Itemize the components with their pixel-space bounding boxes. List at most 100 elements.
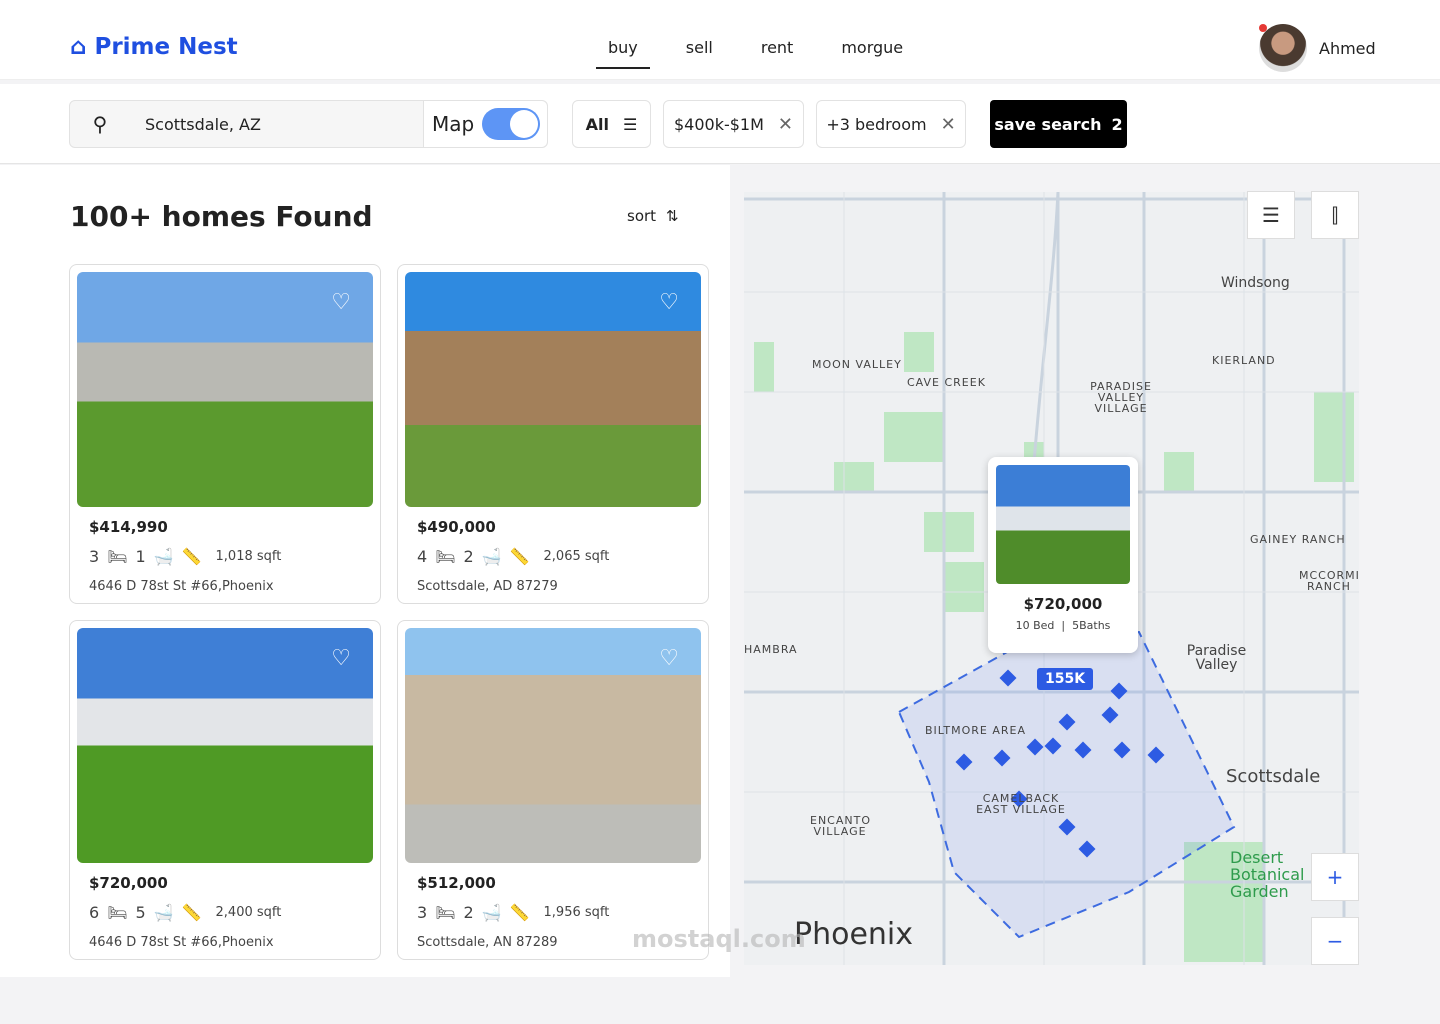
listing-card[interactable]: ♡ $490,000 4 🛏 2 🛁 📏 2,065 sqft Scottsdale, A…	[397, 264, 709, 604]
layers-icon: ☰	[1262, 203, 1280, 227]
popup-beds: 10 Bed	[1015, 619, 1055, 632]
listing-address: Scottsdale, AD 87279	[417, 579, 558, 594]
user-menu[interactable]: Ahmed	[1259, 24, 1376, 72]
save-search-button[interactable]: save search 2	[990, 100, 1127, 148]
beds-count: 4	[417, 547, 428, 566]
map-label: Desert Botanical Garden	[1230, 848, 1305, 901]
listing-photo: ♡	[405, 272, 701, 507]
list-view-button[interactable]: ☰	[1247, 191, 1295, 239]
save-count: 2	[1111, 114, 1123, 134]
map-label: KIERLAND	[1212, 354, 1276, 367]
zoom-in-button[interactable]: +	[1311, 853, 1359, 901]
listing-photo: ♡	[77, 272, 373, 507]
nav-morgue[interactable]: morgue	[829, 38, 915, 69]
popup-price: $720,000	[1023, 595, 1103, 613]
map-toggle[interactable]	[482, 108, 541, 140]
listing-card[interactable]: ♡ $720,000 6 🛏 5 🛁 📏 2,400 sqft 4646 D 78st S…	[69, 620, 381, 960]
map-label: Scottsdale	[1226, 766, 1321, 787]
bed-icon: 🛏	[107, 903, 128, 922]
sort-label: sort	[627, 207, 657, 225]
ruler-icon: 📏	[181, 547, 202, 566]
popup-photo	[996, 465, 1130, 584]
beds-count: 3	[417, 903, 428, 922]
filter-bar: ⚲ Scottsdale, AZ Map All ☰ $400k-$1M ✕ +3 …	[0, 84, 1440, 164]
map-label: Phoenix	[794, 917, 914, 952]
ruler-icon: 📏	[181, 903, 202, 922]
bed-icon: 🛏	[107, 547, 128, 566]
map-label: Windsong	[1221, 275, 1290, 291]
expand-map-button[interactable]: ⫿	[1311, 191, 1359, 239]
listing-photo: ♡	[405, 628, 701, 863]
results-title: 100+ homes Found	[70, 200, 373, 233]
all-label: All	[585, 114, 609, 134]
avatar	[1259, 24, 1307, 72]
listing-price: $490,000	[417, 518, 496, 536]
baths-count: 5	[135, 903, 146, 922]
baths-count: 2	[463, 903, 474, 922]
bedroom-filter-chip[interactable]: +3 bedroom ✕	[816, 100, 966, 148]
map-label: HAMBRA	[744, 643, 798, 656]
sqft: 2,065 sqft	[543, 549, 610, 564]
search-box: ⚲ Scottsdale, AZ Map	[69, 100, 548, 148]
nav-buy[interactable]: buy	[596, 38, 650, 69]
baths-count: 2	[463, 547, 474, 566]
ruler-icon: 📏	[509, 547, 530, 566]
ruler-icon: 📏	[509, 903, 530, 922]
map-popup[interactable]: $720,000 10 Bed | 5Baths	[988, 457, 1138, 653]
listing-price: $512,000	[417, 874, 496, 892]
close-icon[interactable]: ✕	[778, 114, 793, 135]
nav-sell[interactable]: sell	[674, 38, 725, 69]
map-toggle-group: Map	[423, 101, 547, 147]
heart-icon[interactable]: ♡	[659, 290, 679, 315]
map-label: PARADISE VALLEY VILLAGE	[1090, 380, 1152, 415]
sort-icon: ⇅	[666, 207, 679, 225]
map-label: BILTMORE AREA	[925, 724, 1027, 737]
popup-baths: 5Baths	[1072, 619, 1111, 632]
split-icon: ⫿	[1331, 203, 1339, 227]
search-icon: ⚲	[92, 112, 108, 136]
house-icon: ⌂	[70, 34, 87, 60]
map-label: GAINEY RANCH	[1250, 533, 1346, 546]
save-label: save search	[994, 114, 1102, 134]
close-icon[interactable]: ✕	[941, 114, 956, 135]
nav-rent[interactable]: rent	[749, 38, 805, 69]
listing-address: 4646 D 78st St #66,Phoenix	[89, 935, 274, 950]
bath-icon: 🛁	[481, 903, 502, 922]
sqft: 2,400 sqft	[215, 905, 282, 920]
price-label: $400k-$1M	[673, 114, 764, 134]
listing-card[interactable]: ♡ $414,990 3 🛏 1 🛁 📏 1,018 sqft 4646 D 78st S…	[69, 264, 381, 604]
map-label: MOON VALLEY	[812, 358, 902, 371]
logo[interactable]: ⌂ Prime Nest	[70, 34, 238, 60]
bath-icon: 🛁	[153, 547, 174, 566]
cluster-marker[interactable]: 155K	[1037, 668, 1094, 690]
search-input[interactable]: Scottsdale, AZ	[130, 115, 423, 134]
heart-icon[interactable]: ♡	[331, 290, 351, 315]
bath-icon: 🛁	[481, 547, 502, 566]
map-label: Paradise Valley	[1186, 643, 1247, 673]
price-filter-chip[interactable]: $400k-$1M ✕	[663, 100, 804, 148]
beds-count: 3	[89, 547, 100, 566]
all-filters-button[interactable]: All ☰	[572, 100, 651, 148]
beds-label: +3 bedroom	[826, 114, 927, 134]
listing-price: $720,000	[89, 874, 168, 892]
watermark: mostaql.com	[632, 925, 806, 953]
map-label: MCCORMICK RANCH	[1299, 569, 1359, 593]
listing-card[interactable]: ♡ $512,000 3 🛏 2 🛁 📏 1,956 sqft Scottsdale, A…	[397, 620, 709, 960]
map-label: Map	[432, 112, 475, 136]
main-nav: buy sell rent morgue	[596, 38, 939, 69]
beds-count: 6	[89, 903, 100, 922]
notification-dot	[1259, 24, 1267, 32]
listing-address: 4646 D 78st St #66,Phoenix	[89, 579, 274, 594]
listing-photo: ♡	[77, 628, 373, 863]
bath-icon: 🛁	[153, 903, 174, 922]
heart-icon[interactable]: ♡	[659, 646, 679, 671]
bed-icon: 🛏	[435, 903, 456, 922]
listing-address: Scottsdale, AN 87289	[417, 935, 558, 950]
map-label: ENCANTO VILLAGE	[810, 814, 871, 838]
sliders-icon: ☰	[623, 114, 638, 134]
sort-button[interactable]: sort ⇅	[627, 207, 679, 225]
bed-icon: 🛏	[435, 547, 456, 566]
zoom-out-button[interactable]: −	[1311, 917, 1359, 965]
map-label: CAMELBACK EAST VILLAGE	[976, 792, 1066, 816]
heart-icon[interactable]: ♡	[331, 646, 351, 671]
